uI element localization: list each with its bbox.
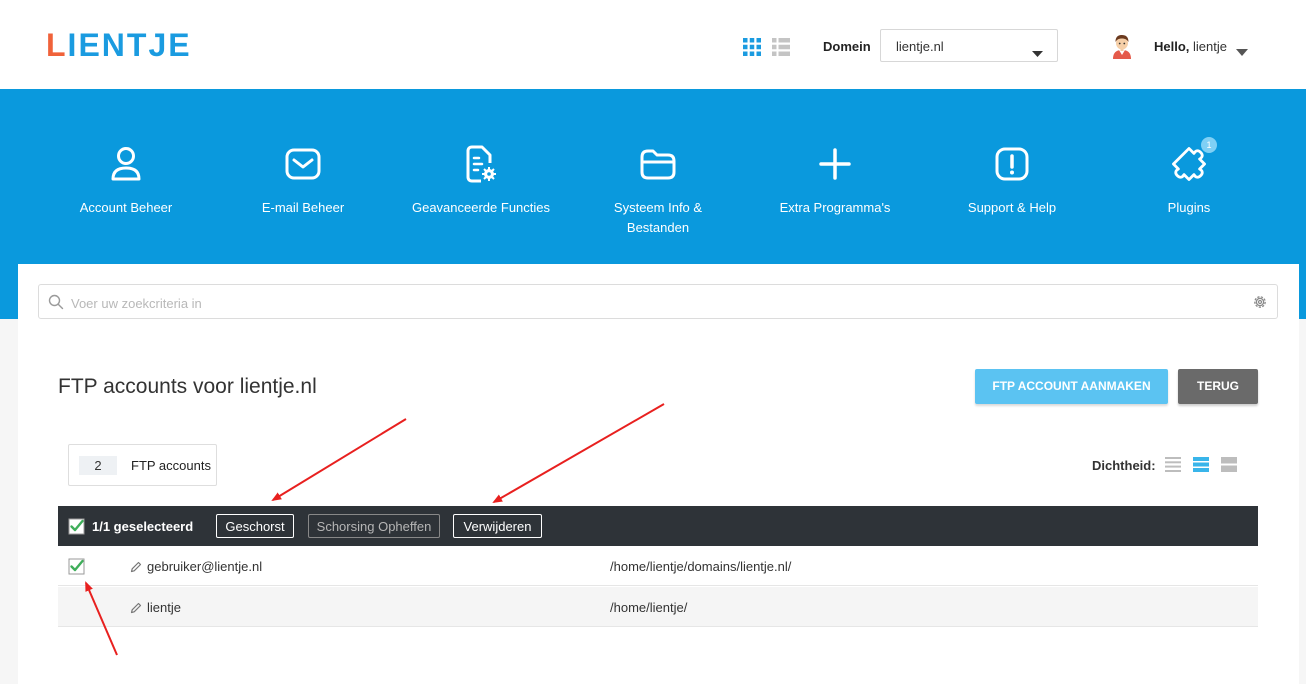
selection-bar: 1/1 geselecteerd Geschorst Schorsing Oph… [58,506,1258,546]
table-row[interactable]: gebruiker@lientje.nl /home/lientje/domai… [58,546,1258,586]
table-row[interactable]: lientje /home/lientje/ [58,587,1258,627]
density-normal-icon[interactable] [1193,457,1209,477]
chevron-down-icon [1032,44,1043,62]
user-menu-chevron-icon[interactable] [1236,43,1248,61]
account-count-value: 2 [79,456,117,475]
density-wide-icon[interactable] [1221,457,1237,477]
document-gear-icon [393,144,569,184]
plugins-badge: 1 [1201,137,1217,153]
edit-pencil-icon[interactable] [130,560,142,578]
search-bar [38,284,1278,319]
edit-pencil-icon[interactable] [130,601,142,619]
nav-extra-programmas[interactable]: Extra Programma's [747,144,923,218]
domain-select-value: lientje.nl [896,39,944,54]
nav-email-beheer[interactable]: E-mail Beheer [215,144,391,218]
nav-account-beheer[interactable]: Account Beheer [38,144,214,218]
account-path: /home/lientje/domains/lientje.nl/ [610,559,792,574]
top-header: LIENTJE Domein lientje.nl Hello, lientje [0,0,1306,89]
mail-icon [215,144,391,184]
grid-view-icon[interactable] [743,38,761,61]
exclamation-icon [924,144,1100,184]
density-compact-icon[interactable] [1165,457,1181,477]
selected-count-text: 1/1 geselecteerd [92,519,194,534]
search-icon [48,294,64,315]
density-label: Dichtheid: [1092,458,1156,473]
avatar[interactable] [1110,33,1134,64]
domain-label: Domein [823,39,871,54]
domain-select[interactable]: lientje.nl [880,29,1058,62]
select-all-checkbox[interactable] [68,518,85,540]
account-path: /home/lientje/ [610,600,688,615]
folder-icon [570,144,746,184]
suspend-button[interactable]: Geschorst [216,514,294,538]
puzzle-icon [1101,144,1277,184]
plus-icon [747,144,923,184]
unsuspend-button[interactable]: Schorsing Opheffen [308,514,440,538]
account-count-box: 2 FTP accounts [68,444,217,486]
user-greeting[interactable]: Hello, lientje [1154,39,1227,54]
nav-geavanceerde-functies[interactable]: Geavanceerde Functies [393,144,569,218]
create-ftp-account-button[interactable]: FTP ACCOUNT AANMAKEN [975,369,1168,404]
row-checkbox[interactable] [68,558,85,580]
account-count-label: FTP accounts [131,458,211,473]
page-title: FTP accounts voor lientje.nl [58,375,317,398]
delete-button[interactable]: Verwijderen [453,514,542,538]
nav-systeem-info[interactable]: Systeem Info & Bestanden [570,144,746,238]
list-view-icon[interactable] [772,38,790,61]
logo[interactable]: LIENTJE [46,27,192,64]
gear-icon[interactable] [1252,294,1268,315]
nav-support-help[interactable]: Support & Help [924,144,1100,218]
nav-plugins[interactable]: Plugins [1101,144,1277,218]
account-name[interactable]: gebruiker@lientje.nl [147,559,262,574]
account-name[interactable]: lientje [147,600,181,615]
back-button[interactable]: TERUG [1178,369,1258,404]
search-input[interactable] [69,293,1233,313]
user-icon [38,144,214,184]
